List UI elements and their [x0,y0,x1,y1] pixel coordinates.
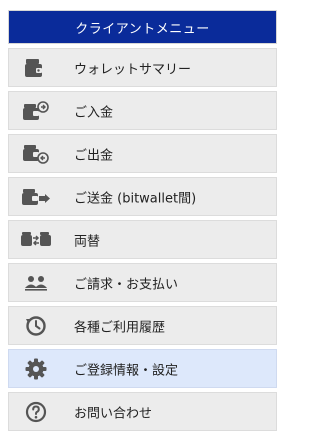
menu-item-label: ウォレットサマリー [74,62,192,77]
menu-header: クライアントメニュー [8,10,277,44]
menu-item-contact[interactable]: お問い合わせ [8,392,277,431]
menu-item-label: 両替 [74,234,101,249]
question-icon [21,400,51,424]
users-icon [21,271,51,295]
menu-item-label: ご請求・お支払い [74,277,179,292]
menu-item-label: ご入金 [74,105,114,120]
wallet-withdraw-icon [21,142,51,166]
client-menu: クライアントメニュー ウォレットサマリー ご入金 ご出金 ご送金 (bitwal… [8,10,277,431]
menu-item-transfer[interactable]: ご送金 (bitwallet間) [8,177,277,216]
wallet-deposit-icon [21,99,51,123]
menu-item-history[interactable]: 各種ご利用履歴 [8,306,277,345]
menu-item-wallet-summary[interactable]: ウォレットサマリー [8,48,277,87]
menu-item-label: 各種ご利用履歴 [74,320,166,335]
wallet-icon [21,56,51,80]
currency-exchange-icon [21,228,51,252]
menu-item-billing[interactable]: ご請求・お支払い [8,263,277,302]
menu-item-exchange[interactable]: 両替 [8,220,277,259]
gear-icon [21,357,51,381]
wallet-transfer-icon [21,185,51,209]
menu-item-label: ご登録情報・設定 [74,363,179,378]
menu-item-label: ご送金 (bitwallet間) [74,191,197,206]
menu-item-withdraw[interactable]: ご出金 [8,134,277,173]
menu-item-label: ご出金 [74,148,114,163]
menu-item-deposit[interactable]: ご入金 [8,91,277,130]
menu-item-settings[interactable]: ご登録情報・設定 [8,349,277,388]
history-icon [21,314,51,338]
menu-item-label: お問い合わせ [74,406,153,421]
